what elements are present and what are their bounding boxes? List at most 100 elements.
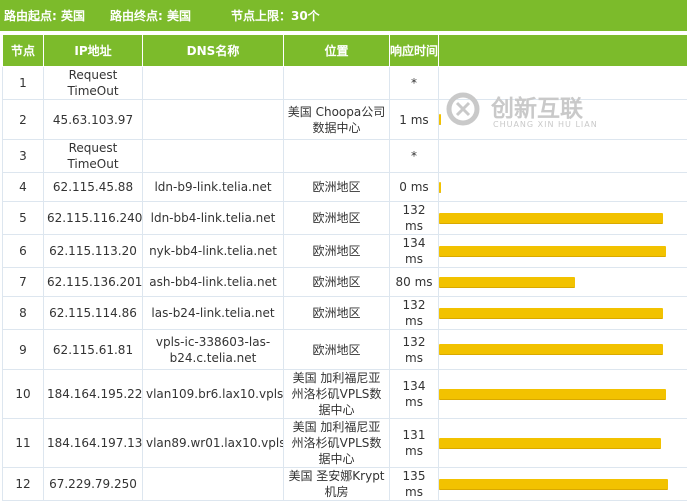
latency-cell: 80 ms: [389, 267, 439, 297]
table-row: 4 62.115.45.88 ldn-b9-link.telia.net 欧洲地区 0 …: [2, 172, 687, 202]
table-row: 6 62.115.113.20 nyk-bb4-link.telia.net 欧洲地区…: [2, 234, 687, 268]
column-header-hop: 节点: [2, 34, 44, 67]
traceroute-table: 节点 IP地址 DNS名称 位置 响应时间 1 Request TimeOut * 2…: [2, 34, 687, 501]
ip-address-cell: 45.63.103.97: [43, 99, 143, 140]
dns-name-cell: vpls-ic-338603-las-b24.c.telia.net: [142, 329, 284, 370]
ip-address-cell: 62.115.113.20: [43, 234, 143, 268]
route-destination: 路由终点: 美国: [109, 9, 191, 23]
hop-cell: 8: [2, 296, 44, 330]
dns-name-cell: [142, 467, 284, 501]
latency-bar-cell: [438, 139, 687, 173]
location-cell: 欧洲地区: [283, 172, 390, 202]
latency-cell: 131 ms: [389, 418, 439, 468]
latency-bar-cell: [438, 66, 687, 100]
latency-bar: [439, 181, 441, 193]
location-cell: 欧洲地区: [283, 234, 390, 268]
ip-address-cell: 62.115.45.88: [43, 172, 143, 202]
latency-bar: [439, 245, 666, 257]
table-row: 11184.164.197.131vlan89.wr01.lax10.vpls.…: [2, 418, 687, 468]
latency-bar: [439, 437, 661, 449]
traceroute-rows: 1 Request TimeOut * 2 45.63.103.97 美国 Choopa公…: [2, 66, 687, 501]
latency-cell: 132 ms: [389, 201, 439, 235]
dns-name-cell: ash-bb4-link.telia.net: [142, 267, 284, 297]
location-cell: 美国 圣安娜Krypt机房: [283, 467, 390, 501]
trace-summary-bar: 路由起点: 英国 路由终点: 美国 节点上限：30个: [0, 0, 687, 31]
latency-bar: [439, 478, 668, 490]
table-row: 8 62.115.114.86 las-b24-link.telia.net 欧洲地区…: [2, 296, 687, 330]
ip-address-cell: 62.115.136.201: [43, 267, 143, 297]
dns-name-cell: [142, 99, 284, 140]
dns-name-cell: ldn-bb4-link.telia.net: [142, 201, 284, 235]
dns-name-cell: nyk-bb4-link.telia.net: [142, 234, 284, 268]
latency-cell: 134 ms: [389, 369, 439, 419]
location-cell: 欧洲地区: [283, 267, 390, 297]
hop-cell: 1: [2, 66, 44, 100]
latency-bar-cell: [438, 329, 687, 370]
table-row: 2 45.63.103.97 美国 Choopa公司数据中心 1 ms: [2, 99, 687, 140]
location-cell: 欧洲地区: [283, 296, 390, 330]
dns-name-cell: vlan109.br6.lax10.vpls.net: [142, 369, 284, 419]
latency-bar-cell: [438, 467, 687, 501]
latency-cell: 132 ms: [389, 296, 439, 330]
hop-cell: 2: [2, 99, 44, 140]
hop-cell: 12: [2, 467, 44, 501]
latency-bar-cell: [438, 418, 687, 468]
dns-name-cell: vlan89.wr01.lax10.vpls.net: [142, 418, 284, 468]
latency-cell: 1 ms: [389, 99, 439, 140]
column-header-latency-bar: [438, 34, 687, 67]
route-origin: 路由起点: 英国: [4, 9, 85, 23]
location-cell: 欧洲地区: [283, 329, 390, 370]
ip-address-cell: Request TimeOut: [43, 139, 143, 173]
latency-cell: 135 ms: [389, 467, 439, 501]
dns-name-cell: [142, 66, 284, 100]
table-row: 7 62.115.136.201 ash-bb4-link.telia.net 欧洲地…: [2, 267, 687, 297]
location-cell: 美国 加利福尼亚州洛杉矶VPLS数据中心: [283, 418, 390, 468]
latency-bar-cell: [438, 201, 687, 235]
latency-bar: [439, 344, 663, 355]
table-row: 10184.164.195.225vlan109.br6.lax10.vpls.…: [2, 369, 687, 419]
latency-cell: *: [389, 139, 439, 173]
dns-name-cell: ldn-b9-link.telia.net: [142, 172, 284, 202]
column-header-location: 位置: [283, 34, 390, 67]
dns-name-cell: las-b24-link.telia.net: [142, 296, 284, 330]
column-header-ip: IP地址: [43, 34, 143, 67]
table-row: 1 Request TimeOut *: [2, 66, 687, 100]
latency-cell: *: [389, 66, 439, 100]
column-header-latency: 响应时间: [389, 34, 439, 67]
table-header-row: 节点 IP地址 DNS名称 位置 响应时间: [2, 34, 687, 67]
hop-cell: 3: [2, 139, 44, 173]
location-cell: 欧洲地区: [283, 201, 390, 235]
hop-cell: 10: [2, 369, 44, 419]
latency-bar-cell: [438, 99, 687, 140]
latency-bar-cell: [438, 267, 687, 297]
table-row: 5 62.115.116.240 ldn-bb4-link.telia.net 欧洲地…: [2, 201, 687, 235]
hop-cell: 11: [2, 418, 44, 468]
latency-bar: [439, 388, 666, 400]
hop-cell: 9: [2, 329, 44, 370]
hop-limit: 节点上限：30个: [230, 9, 320, 23]
latency-bar: [439, 114, 441, 125]
column-header-dns: DNS名称: [142, 34, 284, 67]
latency-bar-cell: [438, 369, 687, 419]
location-cell: [283, 66, 390, 100]
latency-bar: [439, 212, 663, 224]
latency-bar-cell: [438, 296, 687, 330]
location-cell: 美国 Choopa公司数据中心: [283, 99, 390, 140]
ip-address-cell: 62.115.61.81: [43, 329, 143, 370]
latency-bar-cell: [438, 172, 687, 202]
latency-bar: [439, 307, 663, 319]
ip-address-cell: 184.164.195.225: [43, 369, 143, 419]
ip-address-cell: 67.229.79.250: [43, 467, 143, 501]
latency-cell: 132 ms: [389, 329, 439, 370]
dns-name-cell: [142, 139, 284, 173]
latency-cell: 0 ms: [389, 172, 439, 202]
latency-bar-cell: [438, 234, 687, 268]
location-cell: [283, 139, 390, 173]
hop-cell: 6: [2, 234, 44, 268]
location-cell: 美国 加利福尼亚州洛杉矶VPLS数据中心: [283, 369, 390, 419]
hop-cell: 7: [2, 267, 44, 297]
ip-address-cell: 62.115.116.240: [43, 201, 143, 235]
ip-address-cell: 62.115.114.86: [43, 296, 143, 330]
table-row: 9 62.115.61.81 vpls-ic-338603-las-b24.c.te…: [2, 329, 687, 370]
hop-cell: 5: [2, 201, 44, 235]
